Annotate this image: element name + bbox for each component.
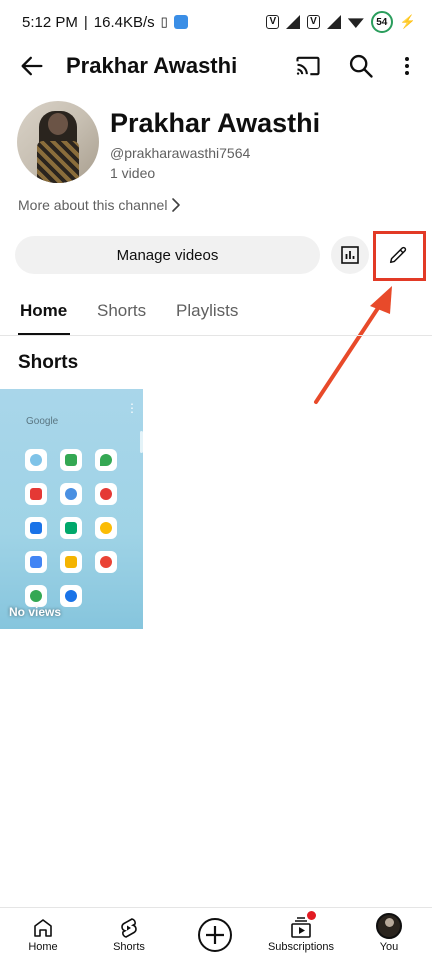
nav-subscriptions-label: Subscriptions bbox=[267, 941, 335, 953]
shorts-section-title: Shorts bbox=[18, 352, 79, 373]
channel-tabs: Home Shorts Playlists bbox=[0, 290, 432, 336]
create-plus-icon[interactable] bbox=[197, 917, 233, 953]
chevron-right-icon[interactable] bbox=[168, 196, 184, 214]
thumb-more-icon: ⋮ bbox=[126, 401, 138, 415]
thumb-app-icon bbox=[25, 517, 47, 539]
nav-shorts[interactable]: Shorts bbox=[86, 908, 172, 960]
avatar-shawl bbox=[37, 141, 79, 183]
thumb-app-icon bbox=[60, 449, 82, 471]
video-count: 1 video bbox=[110, 165, 156, 181]
thumb-app-icon bbox=[95, 517, 117, 539]
tab-playlists[interactable]: Playlists bbox=[176, 301, 238, 321]
notification-dot bbox=[307, 911, 316, 920]
thumb-app-icon bbox=[60, 517, 82, 539]
manage-videos-button[interactable]: Manage videos bbox=[15, 236, 320, 274]
short-views: No views bbox=[9, 605, 62, 619]
charging-icon: ⚡ bbox=[399, 14, 416, 29]
thumb-app-icon bbox=[25, 483, 47, 505]
status-bar: 5:12 PM | 16.4KB/s ▯ V V 54 ⚡ bbox=[0, 0, 432, 44]
thumb-app-icon bbox=[60, 483, 82, 505]
nav-home-label: Home bbox=[28, 941, 58, 953]
cast-icon[interactable] bbox=[294, 52, 322, 80]
nav-shorts-label: Shorts bbox=[113, 941, 145, 953]
avatar-face bbox=[48, 113, 68, 135]
signal-4g-icon bbox=[326, 15, 341, 29]
vibrate-icon: ▯ bbox=[160, 14, 168, 29]
signal-icon bbox=[286, 15, 301, 29]
analytics-icon bbox=[341, 246, 359, 264]
thumb-app-icon bbox=[60, 551, 82, 573]
thumb-app-icon bbox=[95, 483, 117, 505]
status-speed: 16.4KB/s bbox=[93, 13, 155, 31]
notification-app-icon bbox=[173, 15, 188, 29]
page-title: Prakhar Awasthi bbox=[66, 53, 238, 78]
more-about-link[interactable]: More about this channel bbox=[18, 197, 167, 213]
thumb-app-icon bbox=[25, 551, 47, 573]
thumb-app-icon bbox=[60, 585, 82, 607]
search-icon[interactable] bbox=[347, 52, 375, 80]
thumb-app-icon bbox=[95, 551, 117, 573]
nav-home[interactable]: Home bbox=[0, 908, 86, 960]
thumb-app-icon bbox=[25, 585, 47, 607]
app-bar: Prakhar Awasthi bbox=[0, 44, 432, 88]
volte-icon: V bbox=[266, 15, 280, 29]
short-video-card[interactable]: Google ⋮ No views bbox=[0, 389, 143, 629]
status-divider: | bbox=[83, 13, 88, 31]
thumb-app-icon bbox=[25, 449, 47, 471]
tab-shorts[interactable]: Shorts bbox=[97, 301, 146, 321]
channel-handle: @prakharawasthi7564 bbox=[110, 145, 251, 161]
avatar[interactable] bbox=[376, 913, 402, 939]
nav-subscriptions[interactable]: Subscriptions bbox=[258, 908, 344, 960]
more-vert-icon[interactable] bbox=[395, 52, 419, 80]
thumb-google-label: Google bbox=[26, 416, 59, 427]
back-arrow-icon[interactable] bbox=[18, 52, 46, 80]
thumb-app-icon bbox=[95, 449, 117, 471]
channel-avatar[interactable] bbox=[17, 101, 99, 183]
home-icon bbox=[34, 919, 52, 937]
shorts-icon bbox=[121, 918, 137, 938]
tab-active-indicator bbox=[18, 333, 70, 335]
annotation-highlight-box bbox=[373, 231, 426, 281]
thumb-scroll-indicator bbox=[140, 431, 143, 453]
analytics-button[interactable] bbox=[331, 236, 369, 274]
battery-icon: 54 bbox=[370, 11, 393, 33]
channel-name: Prakhar Awasthi bbox=[110, 108, 321, 138]
tab-home[interactable]: Home bbox=[20, 301, 67, 321]
nav-you-label: You bbox=[379, 941, 399, 953]
volte-icon-2: V bbox=[307, 15, 320, 29]
status-time: 5:12 PM bbox=[22, 13, 78, 31]
wifi-icon bbox=[347, 18, 364, 28]
